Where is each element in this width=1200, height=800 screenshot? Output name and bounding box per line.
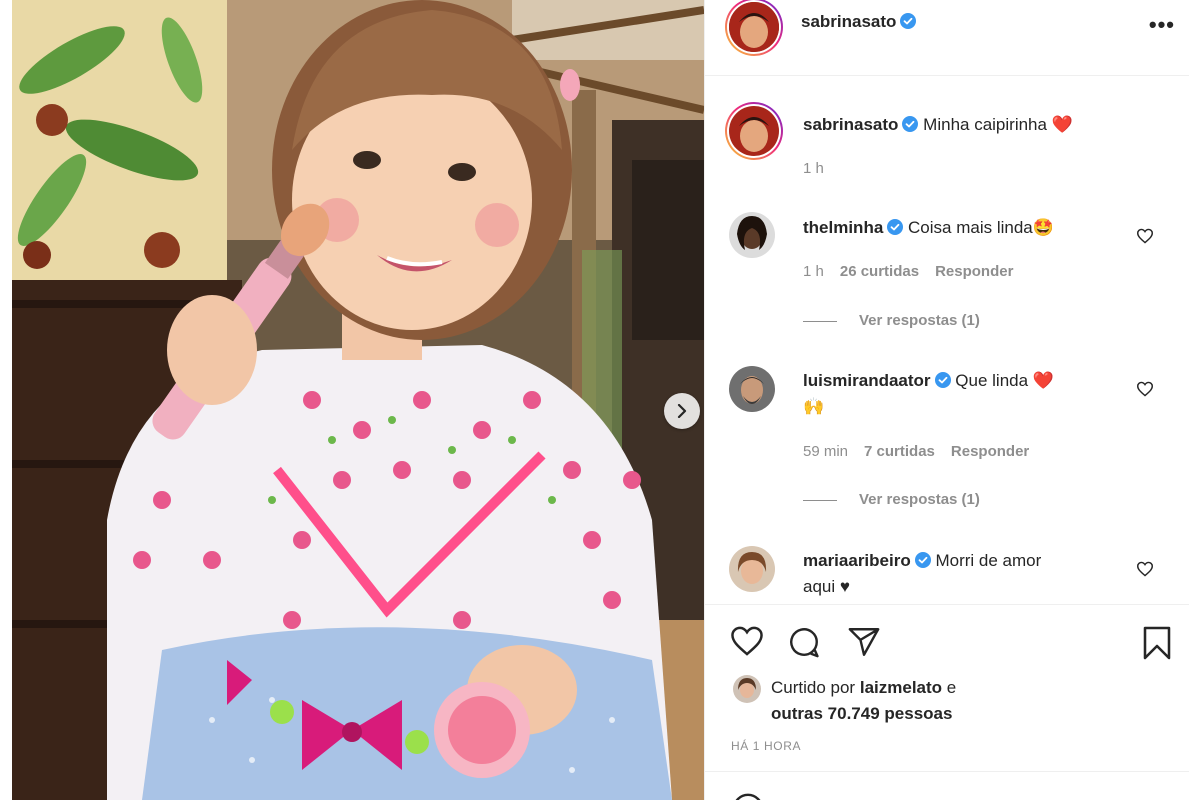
reply-button[interactable]: Responder — [935, 263, 1013, 280]
chevron-right-icon — [677, 404, 687, 418]
author-username[interactable]: sabrinasato — [801, 12, 896, 31]
comment-mariaaribeiro — [729, 546, 775, 592]
view-replies-button[interactable]: Ver respostas (1) — [803, 312, 980, 329]
replies-divider — [803, 320, 837, 322]
post-side-panel: sabrinasato ••• sabrinasato Minha caipir… — [704, 0, 1200, 800]
comment-text: Morri de amor — [935, 551, 1042, 570]
liked-by-conjunction: e — [946, 678, 957, 697]
caption-username[interactable]: sabrinasato — [803, 115, 898, 134]
author-avatar-ring[interactable] — [725, 0, 783, 56]
comment-likes[interactable]: 7 curtidas — [864, 443, 935, 460]
verified-badge-icon — [914, 552, 931, 568]
comment-body: luismirandaator Que linda ❤️ 🙌 — [803, 368, 1133, 420]
comment-time: 1 h — [803, 263, 824, 280]
caption-text: Minha caipirinha ❤️ — [923, 115, 1073, 134]
comment-username[interactable]: luismirandaator — [803, 371, 931, 390]
replies-divider — [803, 499, 837, 501]
post-timestamp[interactable]: HÁ 1 HORA — [731, 739, 801, 753]
view-replies-button[interactable]: Ver respostas (1) — [803, 491, 980, 508]
liked-by-user[interactable]: laizmelato — [860, 678, 942, 697]
comment-meta: 1 h 26 curtidas Responder — [803, 263, 1029, 280]
like-comment-heart-icon[interactable] — [1136, 228, 1154, 244]
like-comment-heart-icon[interactable] — [1136, 561, 1154, 577]
emoji-icon[interactable] — [731, 792, 765, 800]
paper-plane-icon[interactable] — [847, 625, 881, 659]
comment-luismirandaator — [729, 366, 775, 412]
like-comment-heart-icon[interactable] — [1136, 381, 1154, 397]
speech-bubble-icon[interactable] — [787, 625, 821, 659]
likes-count[interactable]: outras 70.749 pessoas — [771, 704, 952, 723]
commenter-avatar[interactable] — [729, 212, 775, 258]
caption: sabrinasato Minha caipirinha ❤️ — [803, 112, 1073, 138]
verified-badge-icon — [887, 219, 904, 235]
post-photo-image — [12, 0, 704, 800]
comment-text-line2: aqui ♥ — [803, 577, 850, 596]
caption-avatar — [729, 106, 779, 156]
verified-badge-icon — [934, 372, 951, 388]
view-replies-label: Ver respostas (1) — [859, 491, 980, 508]
next-image-button[interactable] — [664, 393, 700, 429]
verified-badge-icon — [902, 116, 919, 132]
liked-by-prefix: Curtido por — [771, 678, 856, 697]
comment-time: 59 min — [803, 443, 849, 460]
comment-text: Que linda ❤️ — [955, 371, 1054, 390]
commenter-avatar[interactable] — [729, 546, 775, 592]
liked-by-avatar[interactable] — [733, 675, 761, 703]
reply-button[interactable]: Responder — [951, 443, 1029, 460]
comment-body: thelminha Coisa mais linda🤩 — [803, 215, 1133, 241]
comment-thelminha — [729, 212, 775, 258]
view-replies-label: Ver respostas (1) — [859, 312, 980, 329]
comment-likes[interactable]: 26 curtidas — [840, 263, 919, 280]
comment-meta: 59 min 7 curtidas Responder — [803, 443, 1045, 460]
caption-avatar-ring[interactable] — [725, 102, 783, 160]
post-actions: Curtido por laizmelato e outras 70.749 p… — [705, 604, 1189, 770]
more-options-button[interactable]: ••• — [1149, 12, 1175, 38]
post-photo[interactable] — [12, 0, 704, 800]
verified-badge-icon — [900, 13, 917, 29]
commenter-avatar[interactable] — [729, 366, 775, 412]
comment-text: Coisa mais linda🤩 — [908, 218, 1054, 237]
caption-time: 1 h — [803, 160, 824, 177]
liked-by-summary: Curtido por laizmelato e outras 70.749 p… — [771, 675, 956, 727]
comment-username[interactable]: mariaaribeiro — [803, 551, 911, 570]
author-avatar — [729, 2, 779, 52]
comment-username[interactable]: thelminha — [803, 218, 883, 237]
bookmark-icon[interactable] — [1141, 625, 1173, 661]
comment-body: mariaaribeiro Morri de amor aqui ♥ — [803, 548, 1133, 600]
post-header: sabrinasato ••• — [705, 0, 1189, 76]
add-comment-bar — [705, 771, 1189, 800]
heart-outline-icon[interactable] — [729, 625, 765, 657]
comment-text-line2: 🙌 — [803, 397, 825, 416]
